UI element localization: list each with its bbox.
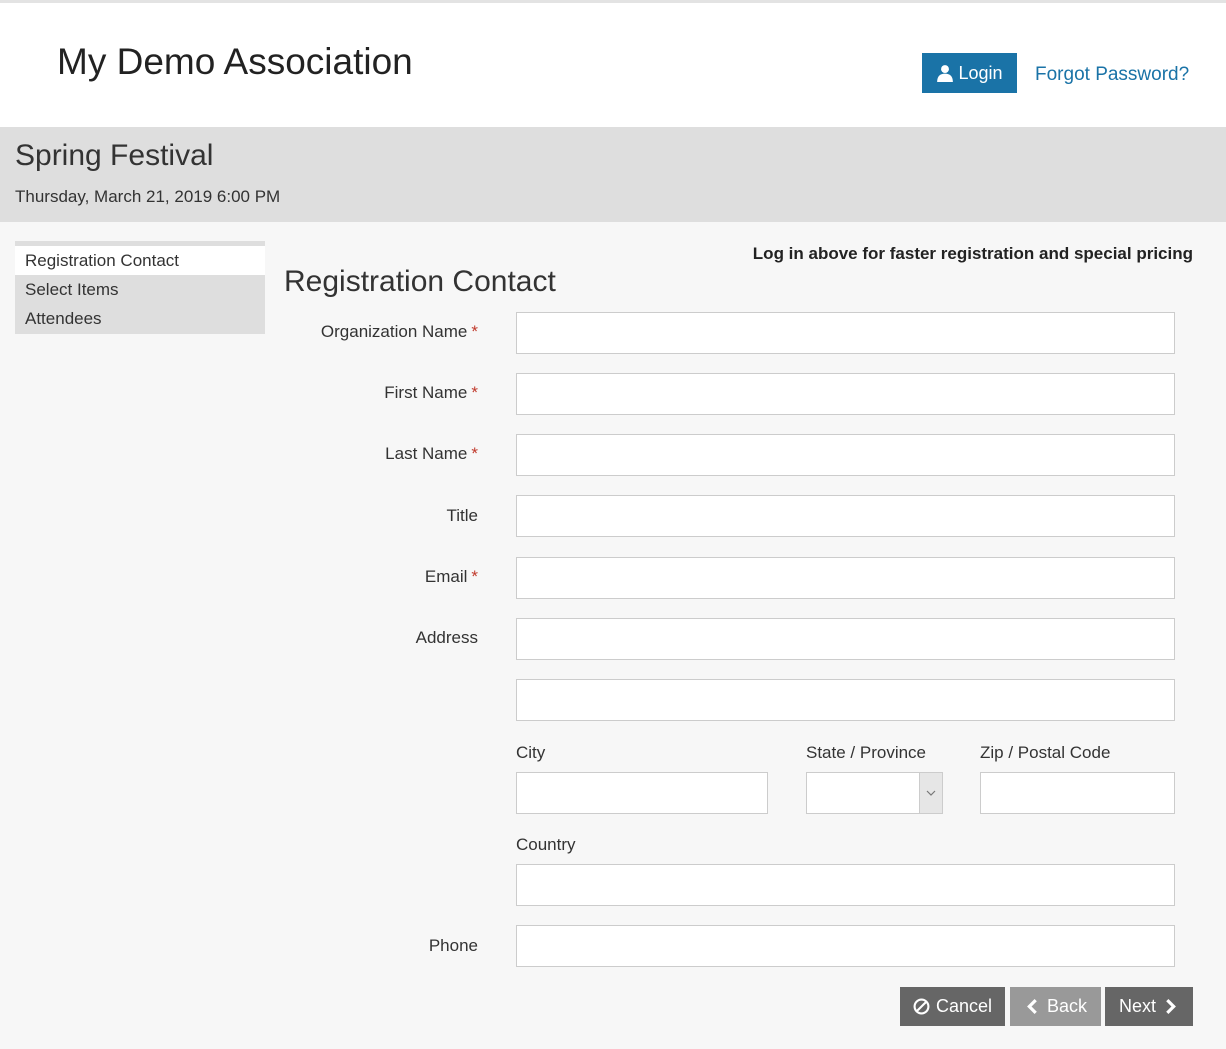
event-banner: Spring Festival Thursday, March 21, 2019… (0, 127, 1226, 222)
title-input[interactable] (516, 495, 1175, 537)
email-input[interactable] (516, 557, 1175, 599)
last-name-label: Last Name * (385, 444, 478, 463)
chevron-left-icon (1027, 998, 1037, 1015)
next-label: Next (1118, 996, 1156, 1016)
state-select[interactable] (806, 772, 943, 814)
city-label: City (516, 743, 546, 762)
first-name-label: First Name * (384, 383, 478, 402)
site-title: My Demo Association (57, 41, 413, 82)
phone-input[interactable] (516, 925, 1175, 967)
zip-label: Zip / Postal Code (980, 743, 1111, 762)
city-input[interactable] (516, 772, 768, 814)
last-name-input[interactable] (516, 434, 1175, 476)
form-title: Registration Contact (284, 265, 556, 298)
state-label: State / Province (806, 743, 927, 762)
chevron-down-icon (926, 790, 936, 796)
title-label: Title (446, 506, 479, 525)
login-button[interactable]: Login (922, 53, 1017, 93)
back-button[interactable]: Back (1010, 987, 1101, 1026)
required-mark: * (471, 567, 478, 586)
organization-name-input[interactable] (516, 312, 1175, 354)
site-header: My Demo Association Login Forgot Passwor… (0, 3, 1226, 127)
back-label: Back (1046, 996, 1088, 1016)
zip-input[interactable] (980, 772, 1175, 814)
required-mark: * (471, 444, 478, 463)
address-line1-input[interactable] (516, 618, 1175, 660)
next-button[interactable]: Next (1105, 987, 1193, 1026)
country-label: Country (516, 835, 576, 854)
step-select-items[interactable]: Select Items (15, 275, 265, 304)
phone-label: Phone (428, 936, 478, 955)
user-icon (937, 65, 954, 82)
required-mark: * (471, 383, 478, 402)
cancel-button[interactable]: Cancel (900, 987, 1005, 1026)
ban-icon (913, 998, 930, 1015)
address-label: Address (415, 628, 478, 647)
first-name-input[interactable] (516, 373, 1175, 415)
step-registration-contact[interactable]: Registration Contact (15, 246, 265, 275)
login-label: Login (958, 62, 1003, 83)
country-input[interactable] (516, 864, 1175, 906)
email-label: Email * (424, 567, 478, 586)
step-attendees[interactable]: Attendees (15, 304, 265, 333)
event-title: Spring Festival (15, 139, 214, 172)
forgot-password-link[interactable]: Forgot Password? (1035, 64, 1189, 86)
cancel-label: Cancel (935, 996, 993, 1016)
chevron-right-icon (1166, 998, 1176, 1015)
required-mark: * (471, 322, 478, 341)
event-date: Thursday, March 21, 2019 6:00 PM (15, 187, 281, 206)
organization-name-label: Organization Name * (320, 322, 478, 341)
state-select-arrow[interactable] (919, 773, 942, 813)
address-line2-input[interactable] (516, 679, 1175, 721)
login-hint: Log in above for faster registration and… (752, 244, 1193, 263)
registration-steps-nav: Registration Contact Select Items Attend… (15, 241, 265, 334)
